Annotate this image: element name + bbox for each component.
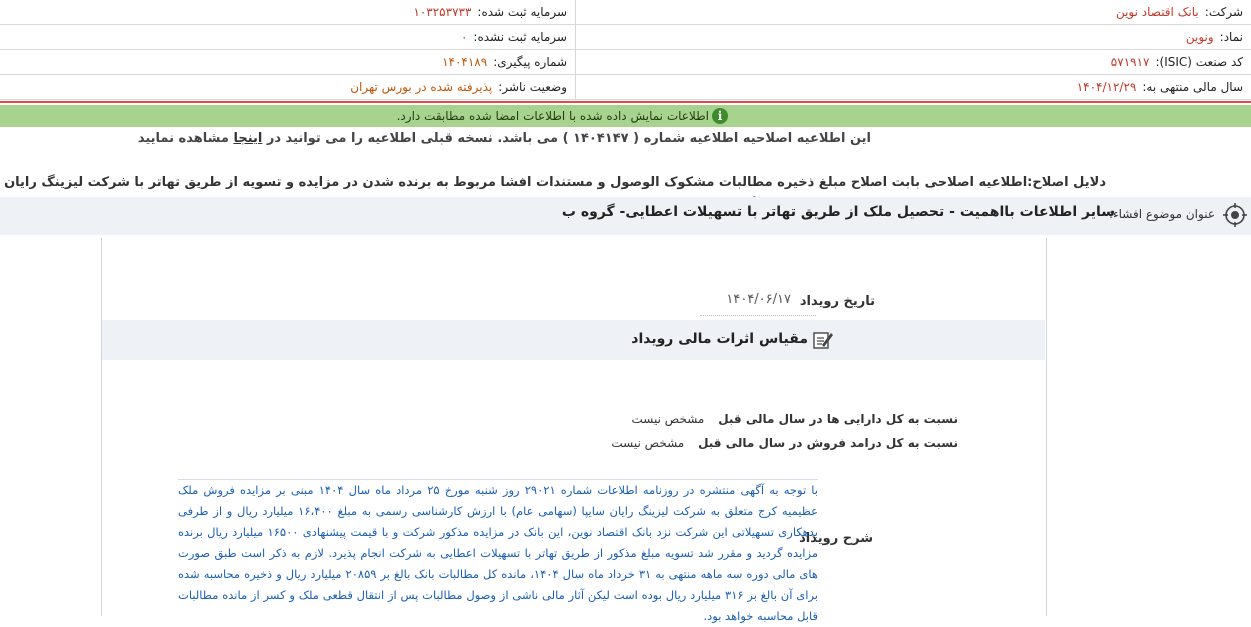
reg-capital-cell: سرمایه ثبت شده: ۱۰۳۲۵۳۷۳۳ bbox=[0, 0, 575, 24]
unreg-capital-label: سرمایه ثبت نشده: bbox=[473, 30, 567, 44]
date-underline bbox=[700, 315, 816, 316]
info-icon: i bbox=[712, 108, 728, 124]
isic-cell: کد صنعت (ISIC): ۵۷۱۹۱۷ bbox=[575, 50, 1251, 74]
verification-text: اطلاعات نمایش داده شده با اطلاعات امضا ش… bbox=[396, 109, 709, 123]
previous-version-link[interactable]: اینجا bbox=[233, 131, 262, 146]
info-row: کد صنعت (ISIC): ۵۷۱۹۱۷ شماره پیگیری: ۱۴۰۴۱… bbox=[0, 50, 1251, 75]
ratio-row-assets: نسبت به کل دارایی ها در سال مالی قبل مشخ… bbox=[632, 412, 958, 426]
fiscal-label: سال مالی منتهی به: bbox=[1142, 80, 1243, 94]
ratio-label: نسبت به کل دارایی ها در سال مالی قبل bbox=[718, 412, 958, 426]
verification-banner: i اطلاعات نمایش داده شده با اطلاعات امضا… bbox=[0, 105, 1251, 127]
ratio-value: مشخص نیست bbox=[631, 412, 705, 426]
financial-impact-header: مقیاس اثرات مالی رویداد bbox=[102, 320, 1045, 360]
amendment-text: این اطلاعیه اصلاحیه اطلاعیه شماره ( ۱۴۰۴… bbox=[266, 131, 871, 146]
target-icon bbox=[1223, 203, 1247, 227]
symbol-cell: نماد: ونوین bbox=[575, 25, 1251, 49]
event-description-text: با توجه به آگهی منتشره در روزنامه اطلاعا… bbox=[178, 479, 818, 627]
ratio-label: نسبت به کل درامد فروش در سال مالی قبل bbox=[698, 436, 958, 450]
ratio-row-revenue: نسبت به کل درامد فروش در سال مالی قبل مش… bbox=[611, 436, 958, 450]
fiscal-cell: سال مالی منتهی به: ۱۴۰۴/۱۲/۲۹ bbox=[575, 75, 1251, 99]
ratio-value: مشخص نیست bbox=[611, 436, 685, 450]
symbol-label: نماد: bbox=[1219, 30, 1243, 44]
tracking-cell: شماره پیگیری: ۱۴۰۴۱۸۹ bbox=[0, 50, 575, 74]
tracking-value: ۱۴۰۴۱۸۹ bbox=[442, 55, 488, 69]
isic-value: ۵۷۱۹۱۷ bbox=[1110, 55, 1150, 69]
unreg-capital-value: ۰ bbox=[460, 30, 468, 44]
info-row: نماد: ونوین سرمایه ثبت نشده: ۰ bbox=[0, 25, 1251, 50]
reg-capital-label: سرمایه ثبت شده: bbox=[477, 5, 567, 19]
event-date-label: تاریخ رویداد bbox=[799, 294, 875, 309]
company-label: شرکت: bbox=[1204, 5, 1243, 19]
publisher-cell: وضعیت ناشر: پذیرفته شده در بورس تهران bbox=[0, 75, 575, 99]
event-date-value: ۱۴۰۴/۰۶/۱۷ bbox=[726, 292, 791, 307]
subject-label: عنوان موضوع افشاء: bbox=[1108, 207, 1215, 221]
reg-capital-value: ۱۰۳۲۵۳۷۳۳ bbox=[413, 5, 472, 19]
info-row: سال مالی منتهی به: ۱۴۰۴/۱۲/۲۹ وضعیت ناشر:… bbox=[0, 75, 1251, 100]
financial-impact-title: مقیاس اثرات مالی رویداد bbox=[631, 331, 808, 347]
unreg-capital-cell: سرمایه ثبت نشده: ۰ bbox=[0, 25, 575, 49]
subject-bar: عنوان موضوع افشاء: سایر اطلاعات بااهمیت … bbox=[0, 197, 1251, 235]
amendment-notice: این اطلاعیه اصلاحیه اطلاعیه شماره ( ۱۴۰۴… bbox=[138, 128, 871, 150]
publisher-value: پذیرفته شده در بورس تهران bbox=[350, 80, 493, 94]
fiscal-value: ۱۴۰۴/۱۲/۲۹ bbox=[1076, 80, 1137, 94]
subject-value: سایر اطلاعات بااهمیت - تحصیل ملک از طریق… bbox=[561, 204, 1115, 220]
publisher-label: وضعیت ناشر: bbox=[498, 80, 567, 94]
company-info-table: شرکت: بانک اقتصاد نوین سرمایه ثبت شده: ۱۰۳… bbox=[0, 0, 1251, 100]
edit-note-icon bbox=[813, 332, 833, 349]
company-value[interactable]: بانک اقتصاد نوین bbox=[1116, 5, 1199, 19]
company-cell: شرکت: بانک اقتصاد نوین bbox=[575, 0, 1251, 24]
tracking-label: شماره پیگیری: bbox=[493, 55, 567, 69]
amendment-text-end: مشاهده نمایید bbox=[137, 131, 229, 146]
symbol-value[interactable]: ونوین bbox=[1186, 30, 1214, 44]
header-divider bbox=[0, 101, 1251, 103]
info-row: شرکت: بانک اقتصاد نوین سرمایه ثبت شده: ۱۰۳… bbox=[0, 0, 1251, 25]
isic-label: کد صنعت (ISIC): bbox=[1155, 55, 1243, 69]
